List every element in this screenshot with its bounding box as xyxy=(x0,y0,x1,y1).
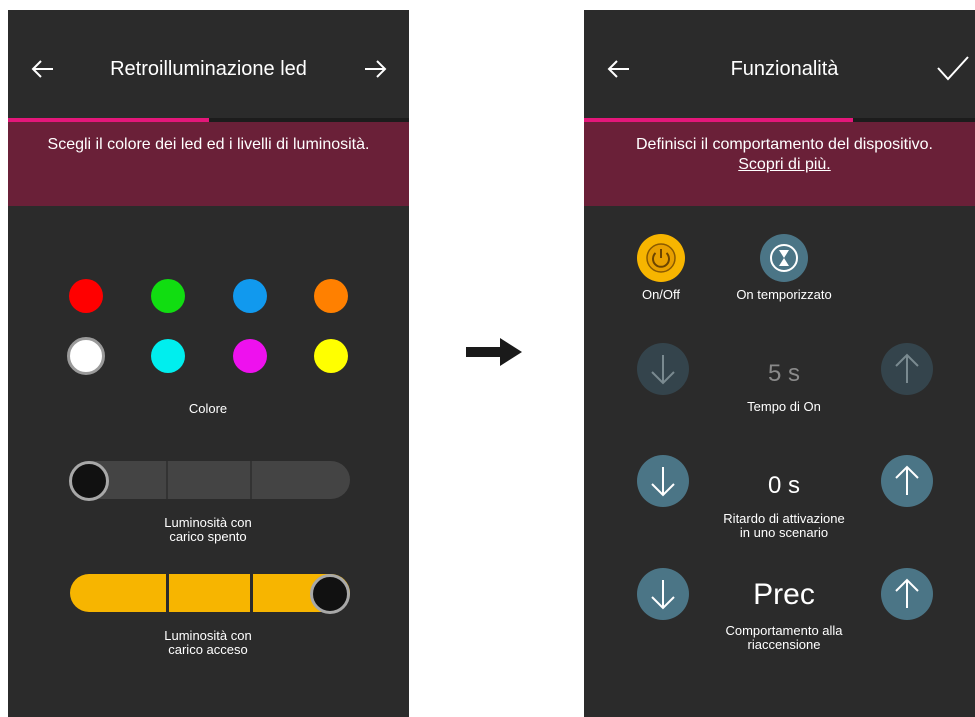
arrow-down-icon xyxy=(651,355,675,385)
label-line: carico acceso xyxy=(168,642,248,657)
forward-arrow-icon[interactable] xyxy=(360,54,390,84)
top-bar: Retroilluminazione led xyxy=(8,10,409,118)
restart-behavior-value: Prec xyxy=(753,578,815,611)
banner-description: Definisci il comportamento del dispositi… xyxy=(635,136,933,153)
on-off-mode-label: On/Off xyxy=(641,287,681,302)
timed-mode-label: On temporizzato xyxy=(736,287,832,302)
hourglass-icon xyxy=(770,244,798,272)
learn-more-link[interactable]: Scopri di più. xyxy=(584,155,975,175)
color-swatch[interactable] xyxy=(151,339,185,373)
brightness-on-slider[interactable] xyxy=(70,574,350,612)
arrow-up-icon xyxy=(895,465,919,495)
color-swatch[interactable] xyxy=(233,339,267,373)
brightness-off-knob[interactable] xyxy=(69,461,109,501)
decrease-on-time-button[interactable] xyxy=(637,343,689,395)
right-arrow-icon xyxy=(466,338,522,366)
on-time-value: 5 s xyxy=(767,360,800,387)
label-line: in uno scenario xyxy=(739,525,829,540)
functionality-screen: Funzionalità Definisci il comportamento … xyxy=(584,10,975,717)
checkmark-icon[interactable] xyxy=(936,54,970,84)
on-time-label: Tempo di On xyxy=(684,400,884,414)
arrow-up-icon xyxy=(895,578,919,608)
led-backlight-screen: Retroilluminazione led Scegli il colore … xyxy=(8,10,409,717)
brightness-off-slider[interactable] xyxy=(70,461,350,499)
decrease-activation-delay-button[interactable] xyxy=(637,455,689,507)
on-off-mode-button[interactable] xyxy=(637,234,685,282)
color-swatch[interactable] xyxy=(69,279,103,313)
page-title: Retroilluminazione led xyxy=(110,58,307,80)
arrow-up-icon xyxy=(895,353,919,383)
label-line: Ritardo di attivazione xyxy=(723,511,845,526)
power-icon xyxy=(646,243,676,273)
top-bar: Funzionalità xyxy=(584,10,975,118)
increase-on-time-button[interactable] xyxy=(881,343,933,395)
activation-delay-value: 0 s xyxy=(767,472,800,499)
banner-text: Scegli il colore dei led ed i livelli di… xyxy=(47,136,370,153)
color-swatch[interactable] xyxy=(67,337,105,375)
brightness-on-knob[interactable] xyxy=(310,574,350,614)
label-line: Tempo di On xyxy=(747,399,821,414)
page-title: Funzionalità xyxy=(730,58,839,80)
label-line: Comportamento alla xyxy=(725,623,843,638)
color-swatch[interactable] xyxy=(314,339,348,373)
info-banner: Definisci il comportamento del dispositi… xyxy=(584,122,975,206)
slider-divider xyxy=(166,461,168,499)
arrow-down-icon xyxy=(651,580,675,610)
label-line: Luminosità con xyxy=(164,628,252,643)
color-swatch[interactable] xyxy=(233,279,267,313)
color-swatch[interactable] xyxy=(314,279,348,313)
info-banner: Scegli il colore dei led ed i livelli di… xyxy=(8,122,409,206)
decrease-restart-behavior-button[interactable] xyxy=(637,568,689,620)
slider-divider xyxy=(250,574,253,612)
label-line: carico spento xyxy=(169,529,247,544)
brightness-off-label: Luminosità con carico spento xyxy=(108,516,308,544)
banner-text: Definisci il comportamento del dispositi… xyxy=(584,122,975,175)
slider-divider xyxy=(166,574,169,612)
color-label: Colore xyxy=(188,401,228,416)
label-line: riaccensione xyxy=(747,637,821,652)
color-swatch[interactable] xyxy=(151,279,185,313)
restart-behavior-label: Comportamento alla riaccensione xyxy=(674,624,894,652)
activation-delay-label: Ritardo di attivazione in uno scenario xyxy=(674,512,894,540)
brightness-on-label: Luminosità con carico acceso xyxy=(108,629,308,657)
increase-restart-behavior-button[interactable] xyxy=(881,568,933,620)
slider-divider xyxy=(250,461,252,499)
arrow-down-icon xyxy=(651,467,675,497)
increase-activation-delay-button[interactable] xyxy=(881,455,933,507)
timed-mode-button[interactable] xyxy=(760,234,808,282)
label-line: Luminosità con xyxy=(164,515,252,530)
